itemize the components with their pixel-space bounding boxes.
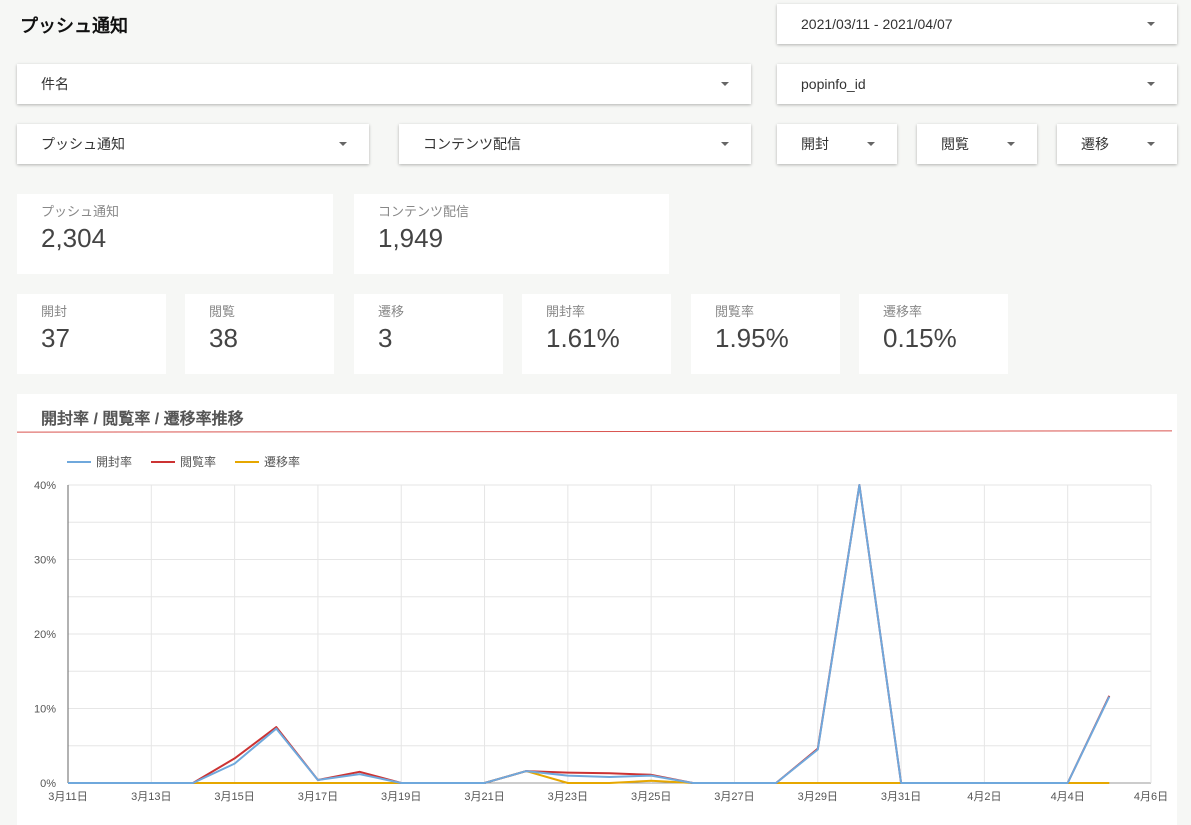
x-tick-label: 3月25日 (631, 791, 671, 803)
scorecard-value: 3 (378, 323, 393, 353)
scorecard-value: 1.95% (715, 323, 789, 353)
subject-filter-dropdown[interactable]: 件名 (17, 64, 751, 104)
date-range-value: 2021/03/11 - 2021/04/07 (801, 16, 953, 32)
scorecard-value: 1,949 (378, 223, 444, 253)
scorecard-content: コンテンツ配信 1,949 (354, 194, 669, 274)
line-chart: 0% 10% 20% 30% 40% 3月11日 3月13日 3月15日 3月17日 3月19日 3… (34, 454, 1168, 803)
transition-filter-dropdown[interactable]: 遷移 (1057, 124, 1177, 164)
y-tick-label: 30% (34, 555, 56, 567)
scorecard-label: プッシュ通知 (41, 204, 120, 219)
scorecard-transition: 遷移 3 (354, 294, 503, 374)
x-tick-label: 4月4日 (1051, 791, 1085, 803)
page-title: プッシュ通知 (20, 16, 128, 36)
scorecard-view-rate: 閲覧率 1.95% (691, 294, 840, 374)
y-tick-label: 10% (34, 704, 56, 716)
push-filter-label: プッシュ通知 (41, 136, 125, 152)
scorecard-label: 開封率 (546, 304, 586, 319)
x-tick-label: 3月11日 (48, 791, 88, 803)
caret-down-icon (339, 142, 347, 146)
content-filter-dropdown[interactable]: コンテンツ配信 (399, 124, 751, 164)
scorecard-label: 開封 (41, 304, 68, 319)
x-tick-label: 3月23日 (548, 791, 588, 803)
popinfo-id-filter-dropdown[interactable]: popinfo_id (777, 64, 1177, 104)
content-filter-label: コンテンツ配信 (423, 136, 521, 152)
caret-down-icon (1147, 142, 1155, 146)
y-tick-label: 20% (34, 629, 56, 641)
caret-down-icon (721, 142, 729, 146)
scorecard-value: 37 (41, 323, 70, 353)
scorecard-transition-rate: 遷移率 0.15% (859, 294, 1008, 374)
scorecard-label: 遷移率 (883, 304, 923, 319)
x-tick-label: 4月6日 (1134, 791, 1168, 803)
caret-down-icon (1147, 22, 1155, 26)
legend-label: 開封率 (96, 454, 132, 469)
scorecard-open-rate: 開封率 1.61% (522, 294, 671, 374)
scorecard-value: 0.15% (883, 323, 957, 353)
x-tick-label: 3月17日 (298, 791, 338, 803)
x-tick-label: 3月21日 (464, 791, 504, 803)
caret-down-icon (1007, 142, 1015, 146)
view-filter-label: 閲覧 (941, 136, 969, 152)
open-filter-dropdown[interactable]: 開封 (777, 124, 897, 164)
view-filter-dropdown[interactable]: 閲覧 (917, 124, 1037, 164)
x-tick-label: 3月13日 (131, 791, 171, 803)
popinfo-id-filter-label: popinfo_id (801, 76, 866, 92)
caret-down-icon (867, 142, 875, 146)
legend-label: 閲覧率 (180, 454, 216, 469)
push-filter-dropdown[interactable]: プッシュ通知 (17, 124, 369, 164)
x-tick-label: 3月19日 (381, 791, 421, 803)
x-tick-label: 3月31日 (881, 791, 921, 803)
transition-filter-label: 遷移 (1081, 136, 1109, 152)
scorecard-value: 1.61% (546, 323, 620, 353)
y-tick-label: 40% (34, 480, 56, 492)
x-tick-label: 3月27日 (714, 791, 754, 803)
x-tick-label: 4月2日 (967, 791, 1001, 803)
scorecard-view: 閲覧 38 (185, 294, 334, 374)
caret-down-icon (1147, 82, 1155, 86)
subject-filter-label: 件名 (41, 76, 69, 92)
caret-down-icon (721, 82, 729, 86)
scorecard-open: 開封 37 (17, 294, 166, 374)
scorecard-label: コンテンツ配信 (378, 204, 470, 219)
scorecard-value: 2,304 (41, 223, 107, 253)
scorecard-label: 遷移 (378, 304, 405, 319)
open-filter-label: 開封 (801, 136, 829, 152)
scorecard-label: 閲覧 (209, 304, 236, 319)
scorecard-label: 閲覧率 (715, 304, 755, 319)
date-range-dropdown[interactable]: 2021/03/11 - 2021/04/07 (777, 4, 1177, 44)
legend-label: 遷移率 (264, 454, 300, 469)
scorecard-push: プッシュ通知 2,304 (17, 194, 333, 274)
scorecard-value: 38 (209, 323, 238, 353)
chart-panel: 開封率 / 閲覧率 / 遷移率推移 0% 10% 20% 30% 40% 3月11日 3月1… (16, 394, 1177, 825)
x-tick-label: 3月15日 (214, 791, 254, 803)
y-tick-label: 0% (40, 778, 56, 790)
x-tick-label: 3月29日 (798, 791, 838, 803)
